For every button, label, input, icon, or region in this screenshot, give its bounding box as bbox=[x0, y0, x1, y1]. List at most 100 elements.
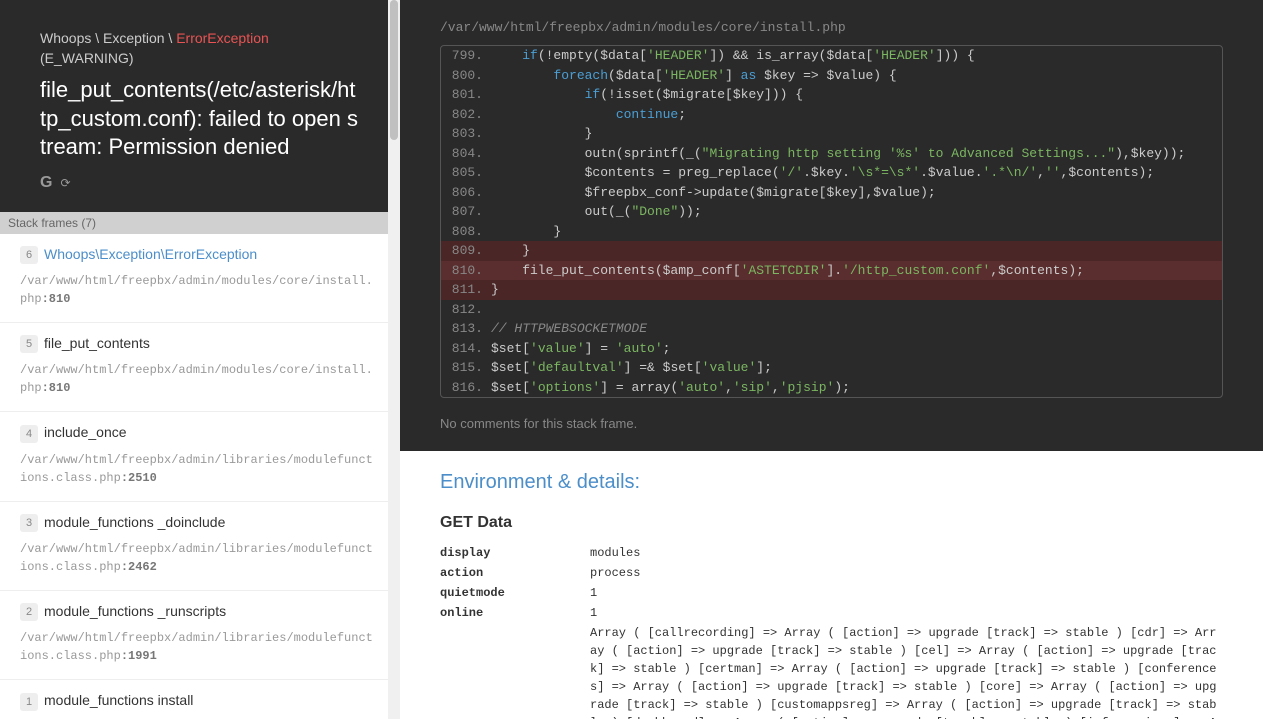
data-row: online1 bbox=[440, 604, 1223, 622]
get-data-rows: displaymodulesactionprocessquietmode1onl… bbox=[440, 544, 1223, 719]
code-line: 815.$set['defaultval'] =& $set['value']; bbox=[441, 358, 1222, 378]
breadcrumb-part-1: Whoops bbox=[40, 30, 91, 46]
code-line: 806. $freepbx_conf->update($migrate[$key… bbox=[441, 183, 1222, 203]
frame-number: 1 bbox=[20, 693, 38, 711]
stack-frame[interactable]: 4include_once/var/www/html/freepbx/admin… bbox=[0, 412, 400, 501]
line-number: 800. bbox=[441, 66, 491, 86]
left-scrollbar[interactable] bbox=[388, 0, 400, 719]
code-line: 803. } bbox=[441, 124, 1222, 144]
frame-path: /var/www/html/freepbx/admin/libraries/mo… bbox=[20, 540, 380, 576]
code-line: 804. outn(sprintf(_("Migrating http sett… bbox=[441, 144, 1222, 164]
line-code: $set['defaultval'] =& $set['value']; bbox=[491, 358, 1222, 378]
line-number: 806. bbox=[441, 183, 491, 203]
frame-path: /var/www/html/freepbx/admin/modules/core… bbox=[20, 361, 380, 397]
exception-header: Whoops \ Exception \ ErrorException (E_W… bbox=[0, 0, 400, 212]
stack-frames-label: Stack frames (7) bbox=[0, 212, 400, 234]
code-file-path: /var/www/html/freepbx/admin/modules/core… bbox=[440, 20, 1223, 35]
stack-frame[interactable]: 3 module_functions _doinclude/var/www/htm… bbox=[0, 502, 400, 591]
line-code bbox=[491, 300, 1222, 320]
frame-name: Whoops\Exception\ErrorException bbox=[44, 246, 257, 262]
help-icons: G ⟳ bbox=[40, 174, 360, 192]
data-row: Array ( [callrecording] => Array ( [acti… bbox=[440, 624, 1223, 719]
line-number: 812. bbox=[441, 300, 491, 320]
data-value: 1 bbox=[590, 584, 1223, 602]
line-number: 808. bbox=[441, 222, 491, 242]
code-line: 801. if(!isset($migrate[$key])) { bbox=[441, 85, 1222, 105]
data-value: process bbox=[590, 564, 1223, 582]
code-line: 813.// HTTPWEBSOCKETMODE bbox=[441, 319, 1222, 339]
app-root: Whoops \ Exception \ ErrorException (E_W… bbox=[0, 0, 1263, 719]
line-number: 816. bbox=[441, 378, 491, 398]
code-line: 800. foreach($data['HEADER'] as $key => … bbox=[441, 66, 1222, 86]
line-code: file_put_contents($amp_conf['ASTETCDIR']… bbox=[491, 261, 1222, 281]
frame-name: module_functions install bbox=[44, 692, 193, 708]
left-scrollbar-thumb[interactable] bbox=[390, 0, 398, 140]
line-code: } bbox=[491, 280, 1222, 300]
line-code: $contents = preg_replace('/'.$key.'\s*=\… bbox=[491, 163, 1222, 183]
code-line: 809. } bbox=[441, 241, 1222, 261]
google-icon[interactable]: G bbox=[40, 174, 52, 192]
stack-frame[interactable]: 5file_put_contents/var/www/html/freepbx/… bbox=[0, 323, 400, 412]
line-code: // HTTPWEBSOCKETMODE bbox=[491, 319, 1222, 339]
frame-path: /var/www/html/freepbx/admin/libraries/mo… bbox=[20, 629, 380, 665]
no-comments-label: No comments for this stack frame. bbox=[400, 408, 1263, 451]
breadcrumb-part-2: Exception bbox=[103, 30, 164, 46]
line-number: 809. bbox=[441, 241, 491, 261]
stack-frame[interactable]: 1 module_functions install bbox=[0, 680, 400, 719]
data-key: display bbox=[440, 544, 590, 562]
code-block[interactable]: 799. if(!empty($data['HEADER']) && is_ar… bbox=[440, 45, 1223, 398]
stack-frames-list[interactable]: 6 Whoops\Exception\ErrorException/var/www… bbox=[0, 234, 400, 719]
left-panel: Whoops \ Exception \ ErrorException (E_W… bbox=[0, 0, 400, 719]
breadcrumb: Whoops \ Exception \ ErrorException bbox=[40, 30, 360, 46]
frame-number: 3 bbox=[20, 514, 38, 532]
line-number: 810. bbox=[441, 261, 491, 281]
frame-number: 5 bbox=[20, 335, 38, 353]
data-key: online bbox=[440, 604, 590, 622]
data-value: Array ( [callrecording] => Array ( [acti… bbox=[590, 624, 1223, 719]
data-key: quietmode bbox=[440, 584, 590, 602]
code-line: 816.$set['options'] = array('auto','sip'… bbox=[441, 378, 1222, 398]
breadcrumb-exception: ErrorException bbox=[176, 30, 269, 46]
line-code: foreach($data['HEADER'] as $key => $valu… bbox=[491, 66, 1222, 86]
get-data-title: GET Data bbox=[440, 514, 1223, 532]
line-number: 804. bbox=[441, 144, 491, 164]
frame-path: /var/www/html/freepbx/admin/modules/core… bbox=[20, 272, 376, 308]
stack-frame[interactable]: 6 Whoops\Exception\ErrorException/var/www… bbox=[0, 234, 400, 323]
line-code: outn(sprintf(_("Migrating http setting '… bbox=[491, 144, 1222, 164]
data-key: action bbox=[440, 564, 590, 582]
frame-number: 2 bbox=[20, 603, 38, 621]
data-value: modules bbox=[590, 544, 1223, 562]
line-number: 801. bbox=[441, 85, 491, 105]
code-line: 810. file_put_contents($amp_conf['ASTETC… bbox=[441, 261, 1222, 281]
line-number: 814. bbox=[441, 339, 491, 359]
code-line: 805. $contents = preg_replace('/'.$key.'… bbox=[441, 163, 1222, 183]
line-code: $set['options'] = array('auto','sip','pj… bbox=[491, 378, 1222, 398]
line-number: 805. bbox=[441, 163, 491, 183]
frame-path: /var/www/html/freepbx/admin/libraries/mo… bbox=[20, 451, 380, 487]
line-code: if(!isset($migrate[$key])) { bbox=[491, 85, 1222, 105]
line-code: $freepbx_conf->update($migrate[$key],$va… bbox=[491, 183, 1222, 203]
frame-name: module_functions _doinclude bbox=[44, 514, 225, 530]
line-number: 811. bbox=[441, 280, 491, 300]
environment-title: Environment & details: bbox=[440, 471, 1223, 494]
error-level: (E_WARNING) bbox=[40, 50, 360, 66]
frame-number: 4 bbox=[20, 425, 38, 443]
code-line: 807. out(_("Done")); bbox=[441, 202, 1222, 222]
line-code: if(!empty($data['HEADER']) && is_array($… bbox=[491, 46, 1222, 66]
code-line: 811.} bbox=[441, 280, 1222, 300]
line-code: } bbox=[491, 222, 1222, 242]
data-row: quietmode1 bbox=[440, 584, 1223, 602]
details-section: Environment & details: GET Data displaym… bbox=[400, 451, 1263, 719]
line-number: 799. bbox=[441, 46, 491, 66]
stack-frame[interactable]: 2module_functions _runscripts/var/www/ht… bbox=[0, 591, 400, 680]
line-code: continue; bbox=[491, 105, 1222, 125]
frame-number: 6 bbox=[20, 246, 38, 264]
code-line: 802. continue; bbox=[441, 105, 1222, 125]
loading-icon: ⟳ bbox=[60, 176, 70, 190]
data-value: 1 bbox=[590, 604, 1223, 622]
data-row: actionprocess bbox=[440, 564, 1223, 582]
line-number: 815. bbox=[441, 358, 491, 378]
code-line: 799. if(!empty($data['HEADER']) && is_ar… bbox=[441, 46, 1222, 66]
line-code: $set['value'] = 'auto'; bbox=[491, 339, 1222, 359]
data-row: displaymodules bbox=[440, 544, 1223, 562]
